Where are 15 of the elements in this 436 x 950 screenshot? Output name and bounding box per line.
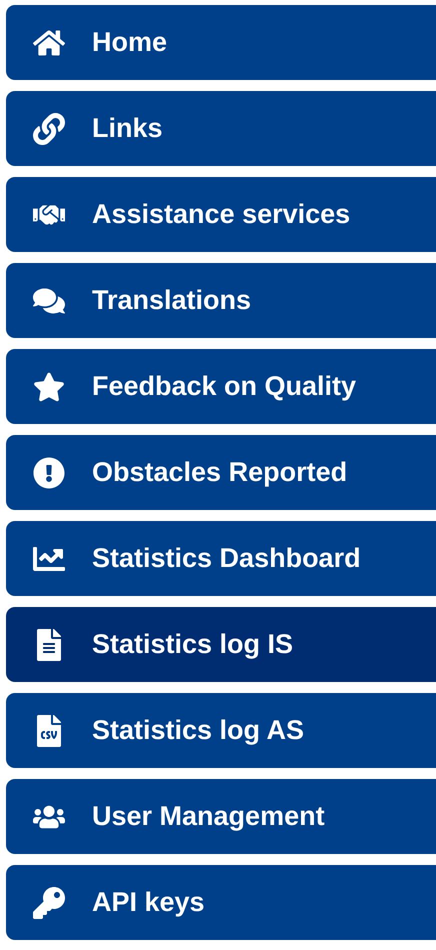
menu-item[interactable]: Statistics log IS [6, 607, 436, 682]
exclamation-icon [33, 456, 65, 488]
menu-item[interactable]: Feedback on Quality [6, 349, 436, 424]
star-icon [33, 370, 65, 402]
menu-item[interactable]: Translations [6, 263, 436, 338]
key-icon [33, 886, 65, 918]
menu-item[interactable]: Home [6, 5, 436, 80]
menu-item[interactable]: Assistance services [6, 177, 436, 252]
link-icon [33, 112, 65, 144]
menu-item[interactable]: Obstacles Reported [6, 435, 436, 510]
menu-item[interactable]: API keys [6, 865, 436, 940]
menu-item[interactable]: Statistics log AS [6, 693, 436, 768]
menu-item[interactable]: Links [6, 91, 436, 166]
menu-item[interactable]: User Management [6, 779, 436, 854]
menu-item[interactable]: Statistics Dashboard [6, 521, 436, 596]
